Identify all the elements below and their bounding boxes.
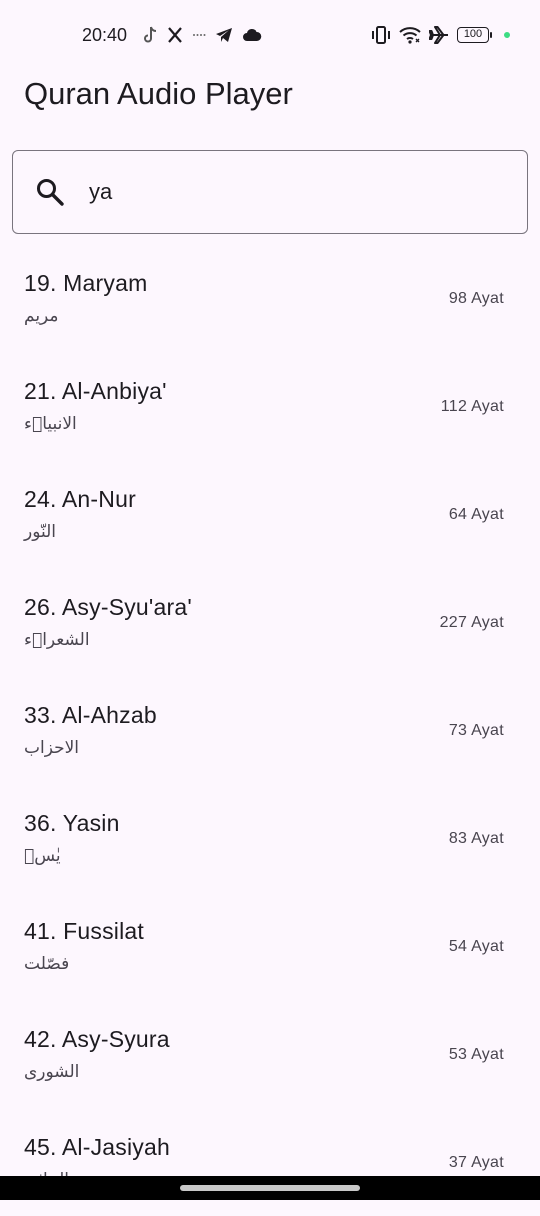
surah-arabic-name: الاحزاب bbox=[24, 738, 80, 758]
status-bar: 20:40 100 bbox=[0, 0, 540, 72]
tiktok-icon bbox=[142, 26, 158, 44]
surah-name: 36. Yasin bbox=[24, 810, 120, 836]
status-time: 20:40 bbox=[82, 25, 128, 45]
surah-arabic-name: الانبياۤء bbox=[24, 414, 77, 434]
surah-name: 33. Al-Ahzab bbox=[24, 702, 157, 728]
privacy-indicator-dot bbox=[504, 32, 510, 38]
wifi-icon bbox=[399, 26, 421, 44]
surah-name: 41. Fussilat bbox=[24, 918, 145, 944]
surah-arabic-name: النّور bbox=[24, 522, 57, 542]
navigation-bar bbox=[0, 1176, 540, 1200]
surah-ayat-count: 83 Ayat bbox=[448, 830, 504, 847]
surah-ayat-count: 37 Ayat bbox=[448, 1154, 504, 1171]
list-item[interactable]: 41. Fussilat فصّلت 54 Ayat bbox=[0, 892, 540, 1000]
surah-name: 19. Maryam bbox=[24, 270, 148, 296]
vibrate-icon bbox=[371, 26, 391, 44]
system-icons: 100 bbox=[371, 24, 510, 46]
surah-ayat-count: 112 Ayat bbox=[440, 398, 504, 415]
list-item[interactable]: 21. Al-Anbiya' الانبياۤء 112 Ayat bbox=[0, 352, 540, 460]
airplane-icon bbox=[429, 26, 449, 44]
list-item[interactable]: 33. Al-Ahzab الاحزاب 73 Ayat bbox=[0, 676, 540, 784]
surah-arabic-name: فصّلت bbox=[24, 954, 70, 974]
telegram-icon bbox=[215, 27, 233, 43]
surah-ayat-count: 98 Ayat bbox=[448, 290, 504, 307]
list-item[interactable]: 24. An-Nur النّور 64 Ayat bbox=[0, 460, 540, 568]
surah-arabic-name: الشعراۤء bbox=[24, 630, 90, 650]
surah-name: 26. Asy-Syu'ara' bbox=[24, 594, 192, 620]
surah-ayat-count: 54 Ayat bbox=[448, 938, 504, 955]
surah-name: 42. Asy-Syura bbox=[24, 1026, 170, 1052]
surah-arabic-name: مريم bbox=[24, 306, 59, 326]
cloud-icon bbox=[242, 28, 262, 42]
surah-ayat-count: 64 Ayat bbox=[448, 506, 504, 523]
list-item[interactable]: 19. Maryam مريم 98 Ayat bbox=[0, 244, 540, 352]
home-gesture-handle[interactable] bbox=[180, 1185, 360, 1191]
surah-name: 24. An-Nur bbox=[24, 486, 136, 512]
list-item[interactable]: 26. Asy-Syu'ara' الشعراۤء 227 Ayat bbox=[0, 568, 540, 676]
page-title: Quran Audio Player bbox=[24, 76, 293, 111]
x-icon bbox=[167, 27, 183, 43]
surah-ayat-count: 53 Ayat bbox=[448, 1046, 504, 1063]
surah-name: 21. Al-Anbiya' bbox=[24, 378, 167, 404]
search-input[interactable] bbox=[89, 171, 509, 213]
battery-level: 100 bbox=[457, 27, 489, 43]
surah-ayat-count: 73 Ayat bbox=[448, 722, 504, 739]
surah-ayat-count: 227 Ayat bbox=[439, 614, 504, 631]
list-item[interactable]: 36. Yasin يٰسۤ 83 Ayat bbox=[0, 784, 540, 892]
surah-arabic-name: الشورى bbox=[24, 1062, 80, 1082]
surah-name: 45. Al-Jasiyah bbox=[24, 1134, 170, 1160]
search-field[interactable] bbox=[12, 150, 528, 234]
more-dots-icon bbox=[192, 32, 206, 38]
surah-arabic-name: يٰسۤ bbox=[24, 846, 61, 866]
search-icon bbox=[35, 177, 65, 212]
list-item[interactable]: 42. Asy-Syura الشورى 53 Ayat bbox=[0, 1000, 540, 1108]
battery-icon: 100 bbox=[457, 27, 492, 43]
notification-icons bbox=[142, 24, 262, 46]
